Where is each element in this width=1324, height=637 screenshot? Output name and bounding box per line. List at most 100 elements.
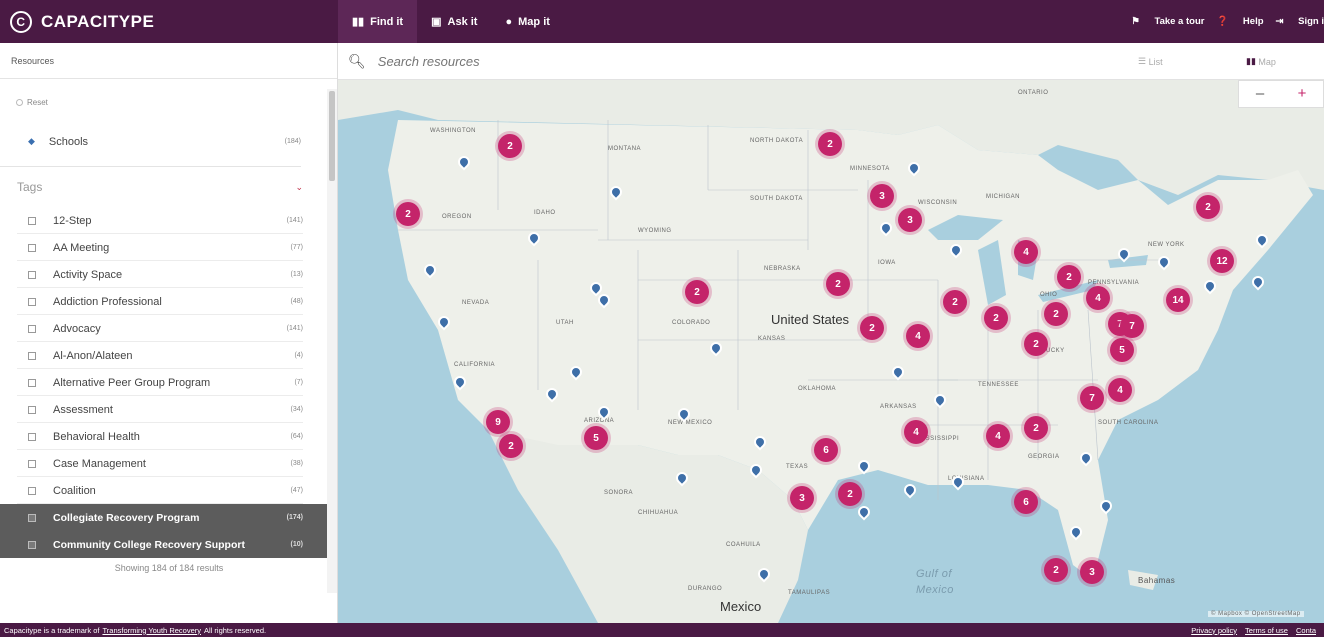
search-input[interactable] <box>377 53 978 69</box>
sidebar-scrollbar[interactable] <box>327 89 337 593</box>
tag-filter-row[interactable]: Activity Space (13) <box>0 261 327 288</box>
checkbox[interactable] <box>28 513 36 522</box>
map-cluster-marker[interactable]: 2 <box>396 202 420 226</box>
checkbox[interactable] <box>28 378 36 387</box>
checkbox[interactable] <box>28 324 36 333</box>
tag-filter-row[interactable]: Community College Recovery Support (10) <box>0 531 327 558</box>
map-cluster-marker[interactable]: 4 <box>1014 240 1038 264</box>
checkbox[interactable] <box>28 540 36 549</box>
tag-filter-row[interactable]: Collegiate Recovery Program (174) <box>0 504 327 531</box>
checkbox[interactable] <box>28 297 36 306</box>
tag-filter-row[interactable]: Case Management (38) <box>0 450 327 477</box>
map-cluster-marker[interactable]: 4 <box>904 420 928 444</box>
schools-filter[interactable]: ◆ Schools (184) <box>0 117 301 167</box>
tab-ask-it[interactable]: ▣ Ask it <box>417 0 491 43</box>
map-cluster-marker[interactable]: 2 <box>685 280 709 304</box>
map-cluster-marker[interactable]: 3 <box>870 184 894 208</box>
tag-filter-row[interactable]: Assessment (34) <box>0 396 327 423</box>
map-cluster-marker[interactable]: 2 <box>1044 302 1068 326</box>
tags-header[interactable]: Tags ⌄ <box>0 167 327 207</box>
map-cluster-marker[interactable]: 2 <box>838 482 862 506</box>
list-view-toggle[interactable]: ☰ List <box>1138 43 1163 80</box>
reset-icon <box>16 99 23 107</box>
map-cluster-marker[interactable]: 4 <box>1086 286 1110 310</box>
map-cluster-marker[interactable]: 9 <box>486 410 510 434</box>
checkbox[interactable] <box>28 432 36 441</box>
map-cluster-marker[interactable]: 14 <box>1166 288 1190 312</box>
terms-link[interactable]: Terms of use <box>1245 626 1288 635</box>
tag-filter-row[interactable]: Al-Anon/Alateen (4) <box>0 342 327 369</box>
help-button[interactable]: ❓ Help <box>1216 16 1263 27</box>
tag-filter-row[interactable]: Behavioral Health (64) <box>0 423 327 450</box>
brand[interactable]: C CAPACITYPE <box>0 0 338 43</box>
checkbox[interactable] <box>28 351 36 360</box>
map-cluster-marker[interactable]: 2 <box>984 306 1008 330</box>
map-cluster-marker[interactable]: 7 <box>1120 314 1144 338</box>
map-cluster-marker[interactable]: 7 <box>1080 386 1104 410</box>
scrollbar-thumb[interactable] <box>329 91 335 181</box>
map-cluster-marker[interactable]: 5 <box>584 426 608 450</box>
zoom-in-button[interactable]: + <box>1281 81 1323 107</box>
map-cluster-marker[interactable]: 2 <box>1044 558 1068 582</box>
reset-button[interactable]: Reset <box>0 89 327 117</box>
take-tour-button[interactable]: ⚑ Take a tour <box>1131 16 1204 27</box>
state-label: COLORADO <box>672 320 711 326</box>
map-canvas[interactable]: WASHINGTON MONTANA NORTH DAKOTA MINNESOTA OR… <box>338 80 1324 623</box>
map-attribution[interactable]: © Mapbox © OpenStreetMap <box>1208 611 1304 617</box>
map-view-toggle[interactable]: ▮▮ Map <box>1246 43 1276 80</box>
map-cluster-marker[interactable]: 4 <box>906 324 930 348</box>
checkbox[interactable] <box>28 270 36 279</box>
state-label: MINNESOTA <box>850 166 890 172</box>
tag-label: Activity Space <box>53 268 123 281</box>
tag-filter-row[interactable]: 12-Step (141) <box>0 207 327 234</box>
map-cluster-marker[interactable]: 12 <box>1210 249 1234 273</box>
tab-map-it-label: Map it <box>518 15 550 28</box>
tag-filter-row[interactable]: Alternative Peer Group Program (7) <box>0 369 327 396</box>
checkbox[interactable] <box>28 405 36 414</box>
state-label: OHIO <box>1040 292 1058 298</box>
zoom-out-button[interactable]: – <box>1239 81 1281 107</box>
map-cluster-marker[interactable]: 2 <box>818 132 842 156</box>
map-cluster-marker[interactable]: 2 <box>943 290 967 314</box>
checkbox[interactable] <box>28 216 36 225</box>
map-cluster-marker[interactable]: 4 <box>1108 378 1132 402</box>
state-label: SOUTH DAKOTA <box>750 196 803 202</box>
checkbox[interactable] <box>28 486 36 495</box>
sign-in-label: Sign i <box>1298 16 1324 27</box>
checkbox[interactable] <box>28 459 36 468</box>
map-cluster-marker[interactable]: 2 <box>498 134 522 158</box>
map-cluster-marker[interactable]: 5 <box>1110 338 1134 362</box>
privacy-link[interactable]: Privacy policy <box>1191 626 1237 635</box>
tag-filter-row[interactable]: Coalition (47) <box>0 477 327 504</box>
map-cluster-marker[interactable]: 3 <box>790 486 814 510</box>
map-cluster-marker[interactable]: 3 <box>1080 560 1104 584</box>
map-cluster-marker[interactable]: 6 <box>814 438 838 462</box>
state-label: SONORA <box>604 490 634 496</box>
sidebar: Resources Reset ◆ Schools (184) Tags ⌄ 1… <box>0 43 338 623</box>
tab-map-it[interactable]: ● Map it <box>491 0 563 43</box>
map-label: Map <box>1258 56 1276 67</box>
tag-filter-row[interactable]: AA Meeting (77) <box>0 234 327 261</box>
tag-filter-row[interactable]: Addiction Professional (48) <box>0 288 327 315</box>
map-cluster-marker[interactable]: 4 <box>986 424 1010 448</box>
map-cluster-marker[interactable]: 2 <box>1057 265 1081 289</box>
map-cluster-marker[interactable]: 2 <box>1024 416 1048 440</box>
map-cluster-marker[interactable]: 3 <box>898 208 922 232</box>
contact-link[interactable]: Conta <box>1296 626 1316 635</box>
map-cluster-marker[interactable]: 2 <box>499 434 523 458</box>
tag-count: (10) <box>290 541 303 548</box>
footer-org-link[interactable]: Transforming Youth Recovery <box>102 626 201 635</box>
map-cluster-marker[interactable]: 2 <box>1024 332 1048 356</box>
list-icon: ☰ <box>1138 56 1149 66</box>
sign-in-button[interactable]: ⇥ Sign i <box>1276 16 1324 27</box>
state-label: NEVADA <box>462 300 490 306</box>
tab-find-it[interactable]: ▮▮ Find it <box>338 0 418 43</box>
checkbox[interactable] <box>28 243 36 252</box>
map-icon: ▮▮ <box>352 16 365 28</box>
tag-filter-row[interactable]: Advocacy (141) <box>0 315 327 342</box>
map-cluster-marker[interactable]: 2 <box>860 316 884 340</box>
filter-list[interactable]: Reset ◆ Schools (184) Tags ⌄ 12-Step (141… <box>0 89 327 593</box>
map-cluster-marker[interactable]: 6 <box>1014 490 1038 514</box>
map-cluster-marker[interactable]: 2 <box>826 272 850 296</box>
map-cluster-marker[interactable]: 2 <box>1196 195 1220 219</box>
